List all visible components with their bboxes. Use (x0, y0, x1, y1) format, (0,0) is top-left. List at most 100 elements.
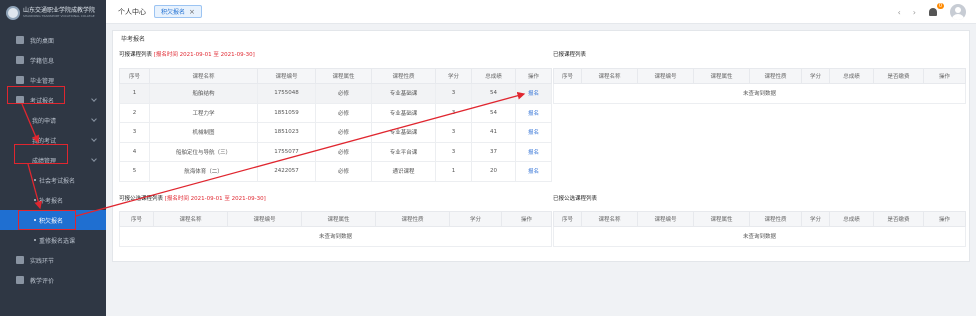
tab-backlog-register[interactable]: 积欠报名 × (154, 5, 202, 18)
table-row: 2 工程力学 1851059 必修 专业基础课 3 54 报名 (119, 102, 552, 123)
avatar[interactable] (950, 4, 966, 20)
column-header: 序号 (119, 211, 154, 227)
chevron-down-icon (91, 96, 97, 102)
table-cell: 1755077 (257, 141, 316, 162)
sidebar-item-desktop[interactable]: 我的桌面 (0, 30, 106, 50)
section-title-text: 可报课程列表 (119, 52, 153, 58)
chevron-left-icon[interactable]: ‹ (898, 8, 901, 17)
table-cell: 1 (119, 83, 150, 104)
chevron-right-icon[interactable]: › (913, 8, 916, 17)
table-row: 未查询到数据 (553, 83, 966, 104)
table-cell: 3 (119, 122, 150, 143)
table-cell: 3 (435, 122, 472, 143)
table-cell: 通识课程 (371, 161, 436, 182)
registered-courses-title: 已报课程列表 (553, 50, 586, 58)
top-right-tools: ‹ › 0 (898, 3, 966, 20)
bullet-icon (34, 179, 36, 181)
sidebar-item-social-exam[interactable]: 社会考试报名 (0, 170, 106, 190)
sidebar-item-makeup-exam[interactable]: 补考报名 (0, 190, 106, 210)
table-header-row: 序号 课程名称 课程编号 课程属性 课程性质 学分 总成绩 是否缴费 操作 (553, 68, 966, 84)
logo-subtitle: SHANDONG TRANSPORT VOCATIONAL COLLEGE (23, 14, 95, 18)
column-header: 课程编号 (637, 68, 694, 84)
bullet-icon (34, 239, 36, 241)
sidebar-item-label: 学籍信息 (30, 57, 55, 65)
empty-message: 未查询到数据 (553, 83, 966, 104)
sidebar-item-label: 重修报名选课 (39, 237, 76, 245)
sidebar-item-label: 补考报名 (39, 197, 64, 205)
column-header: 课程性质 (375, 211, 450, 227)
evaluation-icon (16, 276, 24, 284)
table-cell: 3 (435, 141, 472, 162)
annotation-box-exam-register (7, 86, 65, 104)
desktop-icon (16, 36, 24, 44)
column-header: 总成绩 (829, 211, 874, 227)
table-row: 3 机械制图 1851023 必修 专业基础课 3 41 报名 (119, 122, 552, 143)
practice-icon (16, 256, 24, 264)
table-cell: 2 (119, 102, 150, 123)
table-header-row: 序号 课程名称 课程编号 课程属性 课程性质 学分 总成绩 操作 (119, 68, 552, 84)
registered-public-courses-title: 已报公选课程列表 (553, 194, 597, 202)
column-header: 总成绩 (829, 68, 874, 84)
column-header: 课程名称 (581, 211, 638, 227)
sidebar-item-practice[interactable]: 实践环节 (0, 250, 106, 270)
sidebar-item-retake-course[interactable]: 重修报名选课 (0, 230, 106, 250)
info-icon (16, 56, 24, 64)
close-icon[interactable]: × (189, 8, 195, 16)
column-header: 课程名称 (149, 68, 258, 84)
register-link[interactable]: 报名 (515, 122, 552, 143)
table-row: 5 航海体育（二） 2422057 必修 通识课程 1 20 报名 (119, 161, 552, 182)
bell-icon[interactable]: 0 (928, 3, 944, 18)
available-courses-table: 序号 课程名称 课程编号 课程属性 课程性质 学分 总成绩 操作 1 船舶结构 … (119, 68, 552, 182)
table-cell: 3 (435, 102, 472, 123)
table-cell: 54 (471, 83, 516, 104)
table-cell: 1755048 (257, 83, 316, 104)
column-header: 操作 (923, 68, 966, 84)
empty-message: 未查询到数据 (553, 226, 966, 247)
empty-message: 未查询到数据 (119, 226, 552, 247)
registered-public-courses-table: 序号 课程名称 课程编号 课程属性 课程性质 学分 总成绩 是否缴费 操作 未查… (553, 211, 966, 247)
table-cell: 3 (435, 83, 472, 104)
graduation-icon (16, 76, 24, 84)
table-cell: 1 (435, 161, 472, 182)
sidebar-item-my-applications[interactable]: 我的申请 (0, 110, 106, 130)
column-header: 操作 (923, 211, 966, 227)
column-header: 课程属性 (693, 68, 750, 84)
sidebar-item-label: 毕业管理 (30, 77, 55, 85)
logo-text: 山东交通职业学院成教学院 SHANDONG TRANSPORT VOCATION… (23, 8, 95, 18)
table-cell: 4 (119, 141, 150, 162)
section-title-text: 已报公选课程列表 (553, 196, 598, 202)
table-cell: 必修 (315, 83, 372, 104)
annotation-box-backlog-register (18, 210, 76, 230)
column-header: 课程名称 (153, 211, 228, 227)
sidebar-item-label: 我的申请 (32, 117, 57, 125)
bullet-icon (34, 199, 36, 201)
section-title-text: 已报课程列表 (553, 52, 587, 58)
sidebar-item-evaluation[interactable]: 教学评价 (0, 270, 106, 290)
table-cell: 航海体育（二） (149, 161, 258, 182)
column-header: 课程性质 (749, 68, 802, 84)
sidebar-item-label: 教学评价 (30, 277, 55, 285)
register-link[interactable]: 报名 (515, 102, 552, 123)
breadcrumb[interactable]: 个人中心 (118, 7, 146, 17)
sidebar-item-student-info[interactable]: 学籍信息 (0, 50, 106, 70)
column-header: 学分 (801, 211, 830, 227)
sidebar-item-label: 我的桌面 (30, 37, 55, 45)
annotation-box-grade-management (14, 144, 68, 164)
register-link[interactable]: 报名 (515, 141, 552, 162)
table-cell: 必修 (315, 102, 372, 123)
column-header: 课程编号 (257, 68, 316, 84)
chevron-down-icon (91, 156, 97, 162)
table-cell: 必修 (315, 141, 372, 162)
column-header: 课程性质 (371, 68, 436, 84)
table-cell: 船舶结构 (149, 83, 258, 104)
logo-emblem-icon (6, 6, 20, 20)
register-link[interactable]: 报名 (515, 83, 552, 104)
available-courses-title: 可报课程列表 [报名时间 2021-09-01 至 2021-09-30] (119, 50, 255, 58)
table-cell: 41 (471, 122, 516, 143)
table-cell: 专业基础课 (371, 83, 436, 104)
register-link[interactable]: 报名 (515, 161, 552, 182)
notification-badge: 0 (936, 3, 944, 9)
sidebar-item-label: 实践环节 (30, 257, 55, 265)
column-header: 学分 (449, 211, 502, 227)
table-cell: 必修 (315, 122, 372, 143)
